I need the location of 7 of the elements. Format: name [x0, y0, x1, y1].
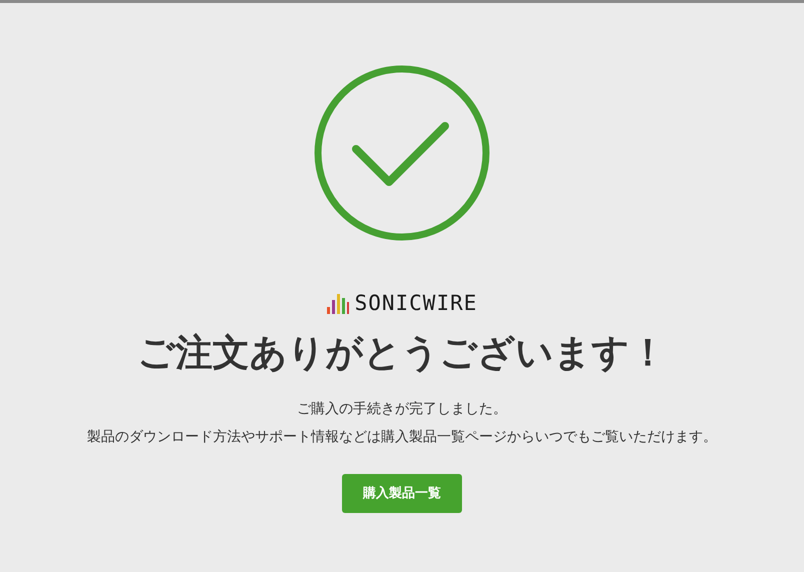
message-text: ご購入の手続きが完了しました。	[297, 400, 507, 420]
check-circle-icon	[314, 65, 490, 241]
message-text: 製品のダウンロード方法やサポート情報などは購入製品一覧ページからいつでもご覧いただけます。	[87, 428, 717, 448]
purchased-products-button[interactable]: 購入製品一覧	[342, 474, 462, 514]
heading: ご注文ありがとうございます！	[138, 330, 666, 376]
bars-logo-icon	[326, 294, 349, 314]
logo-text: SONICWIRE	[354, 293, 478, 314]
